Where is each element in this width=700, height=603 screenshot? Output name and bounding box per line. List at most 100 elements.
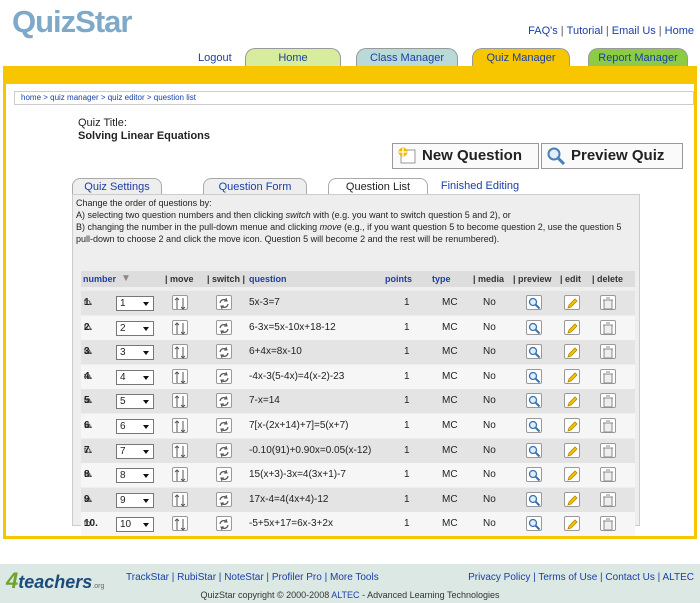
move-icon[interactable] (172, 393, 188, 409)
contact-us-link[interactable]: Contact Us (605, 572, 654, 583)
breadcrumb[interactable]: home > quiz manager > quiz editor > ques… (14, 91, 694, 105)
question-order-select[interactable]: 8 (116, 468, 154, 484)
switch-icon[interactable] (216, 442, 232, 458)
tab-question-list[interactable]: Question List (328, 178, 428, 194)
question-order-select[interactable]: 7 (116, 443, 154, 459)
profiler-pro-link[interactable]: Profiler Pro (272, 572, 322, 583)
preview-magnifier-icon[interactable] (526, 491, 542, 507)
tab-quiz-manager[interactable]: Quiz Manager (472, 48, 570, 66)
header-points[interactable]: points (385, 271, 412, 287)
delete-trash-icon[interactable] (600, 368, 616, 384)
edit-pencil-icon[interactable] (564, 393, 580, 409)
delete-trash-icon[interactable] (600, 319, 616, 335)
switch-icon[interactable] (216, 368, 232, 384)
preview-magnifier-icon[interactable] (526, 467, 542, 483)
delete-trash-icon[interactable] (600, 442, 616, 458)
question-order-select[interactable]: 9 (116, 492, 154, 508)
tab-finished-editing[interactable]: Finished Editing (434, 178, 526, 194)
delete-trash-icon[interactable] (600, 344, 616, 360)
question-order-select[interactable]: 3 (116, 345, 154, 361)
question-order-select[interactable]: 5 (116, 394, 154, 410)
move-icon[interactable] (172, 319, 188, 335)
rubistar-link[interactable]: RubiStar (177, 572, 216, 583)
altec-link[interactable]: ALTEC (663, 572, 695, 583)
switch-icon[interactable] (216, 516, 232, 532)
terms-of-use-link[interactable]: Terms of Use (538, 572, 597, 583)
switch-icon[interactable] (216, 295, 232, 310)
logout-link[interactable]: Logout (198, 52, 232, 64)
delete-trash-icon[interactable] (600, 491, 616, 507)
switch-icon[interactable] (216, 393, 232, 409)
header-number[interactable]: number (83, 271, 116, 287)
preview-magnifier-icon[interactable] (526, 319, 542, 335)
delete-trash-icon[interactable] (600, 516, 616, 532)
edit-pencil-icon[interactable] (564, 368, 580, 384)
delete-trash-icon[interactable] (600, 393, 616, 409)
tab-quiz-settings[interactable]: Quiz Settings (72, 178, 162, 194)
preview-magnifier-icon[interactable] (526, 516, 542, 532)
question-text: -0.10(91)+0.90x=0.05(x-12) (249, 444, 372, 456)
move-icon[interactable] (172, 418, 188, 433)
question-order-select[interactable]: 1 (116, 296, 154, 311)
edit-pencil-icon[interactable] (564, 319, 580, 335)
question-order-select[interactable]: 2 (116, 320, 154, 336)
delete-trash-icon[interactable] (600, 418, 616, 433)
tab-home[interactable]: Home (245, 48, 341, 66)
faq-link[interactable]: FAQ's (528, 25, 558, 37)
preview-quiz-button[interactable]: Preview Quiz (541, 143, 683, 169)
preview-magnifier-icon[interactable] (526, 418, 542, 433)
question-text: 5x-3=7 (249, 297, 280, 308)
move-icon[interactable] (172, 467, 188, 483)
sort-arrow-icon[interactable]: ▼ (121, 271, 131, 287)
move-icon[interactable] (172, 442, 188, 458)
move-icon[interactable] (172, 368, 188, 384)
edit-pencil-icon[interactable] (564, 418, 580, 433)
preview-magnifier-icon[interactable] (526, 368, 542, 384)
delete-trash-icon[interactable] (600, 295, 616, 310)
question-order-select[interactable]: 6 (116, 419, 154, 434)
edit-pencil-icon[interactable] (564, 442, 580, 458)
switch-icon[interactable] (216, 319, 232, 335)
question-type: MC (442, 420, 458, 431)
switch-icon[interactable] (216, 467, 232, 483)
edit-pencil-icon[interactable] (564, 516, 580, 532)
edit-pencil-icon[interactable] (564, 491, 580, 507)
move-icon[interactable] (172, 491, 188, 507)
preview-magnifier-icon[interactable] (526, 295, 542, 310)
more-tools-link[interactable]: More Tools (330, 572, 379, 583)
preview-magnifier-icon[interactable] (526, 393, 542, 409)
home-link[interactable]: Home (665, 25, 694, 37)
notestar-link[interactable]: NoteStar (224, 572, 263, 583)
email-us-link[interactable]: Email Us (612, 25, 656, 37)
tutorial-link[interactable]: Tutorial (567, 25, 603, 37)
tab-class-manager[interactable]: Class Manager (356, 48, 458, 66)
switch-icon[interactable] (216, 344, 232, 360)
header-question[interactable]: question (249, 271, 287, 287)
privacy-policy-link[interactable]: Privacy Policy (468, 572, 530, 583)
new-question-button[interactable]: New Question (392, 143, 539, 169)
edit-pencil-icon[interactable] (564, 467, 580, 483)
altec-copyright-link[interactable]: ALTEC (331, 590, 359, 600)
move-icon[interactable] (172, 516, 188, 532)
header-delete: | delete (592, 274, 624, 284)
trackstar-link[interactable]: TrackStar (126, 572, 169, 583)
question-points: 1 (404, 370, 410, 382)
tab-question-form[interactable]: Question Form (203, 178, 307, 194)
tab-report-manager[interactable]: Report Manager (588, 48, 688, 66)
question-number: 5. to (84, 395, 93, 407)
question-order-select[interactable]: 10 (116, 517, 154, 533)
edit-pencil-icon[interactable] (564, 344, 580, 360)
switch-icon[interactable] (216, 418, 232, 433)
move-icon[interactable] (172, 344, 188, 360)
edit-pencil-icon[interactable] (564, 295, 580, 310)
question-type: MC (442, 518, 458, 530)
move-icon[interactable] (172, 295, 188, 310)
preview-magnifier-icon[interactable] (526, 344, 542, 360)
preview-magnifier-icon[interactable] (526, 442, 542, 458)
quizstar-logo[interactable]: QuizStar (12, 4, 132, 40)
delete-trash-icon[interactable] (600, 467, 616, 483)
header-type[interactable]: type (432, 271, 451, 287)
switch-icon[interactable] (216, 491, 232, 507)
question-media: No (483, 493, 496, 505)
question-order-select[interactable]: 4 (116, 369, 154, 385)
